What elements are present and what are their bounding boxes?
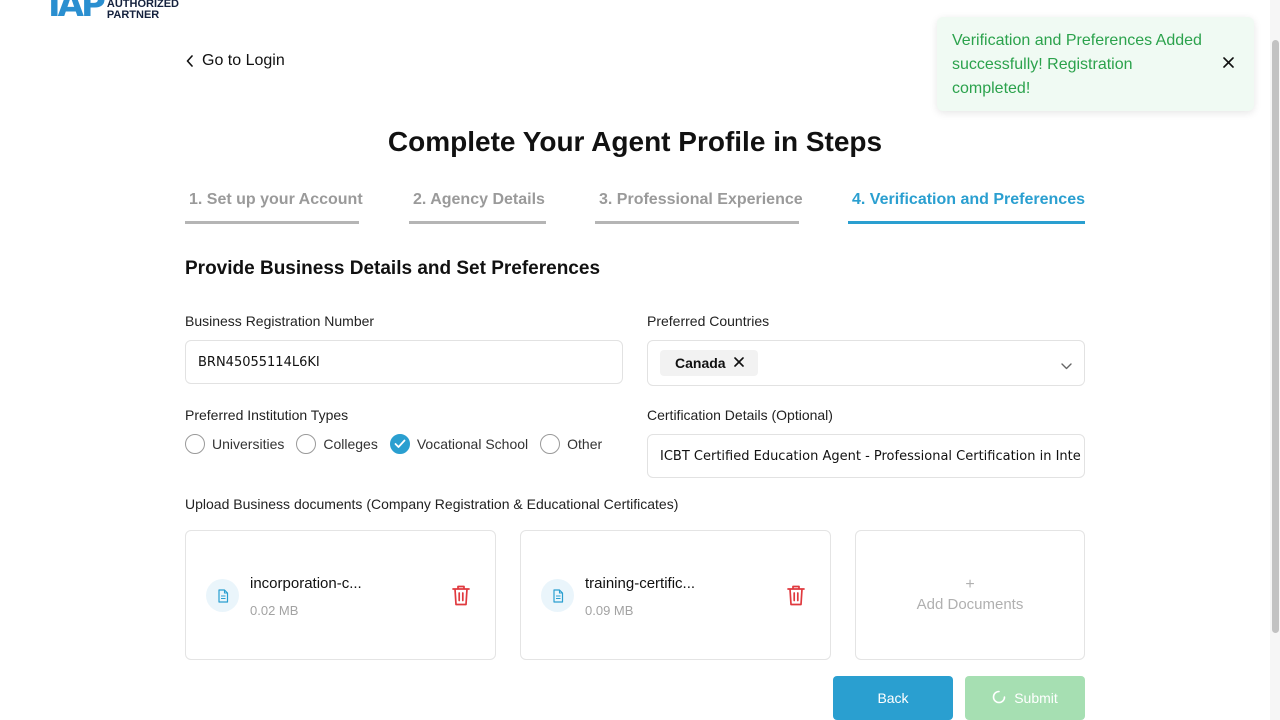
country-tag: Canada xyxy=(660,350,758,376)
file-icon xyxy=(541,579,574,612)
checkbox-label: Other xyxy=(567,436,603,452)
check-icon xyxy=(394,439,406,448)
logo-mark: IAP xyxy=(48,0,106,25)
certification-label: Certification Details (Optional) xyxy=(647,407,833,423)
spinner-icon xyxy=(992,690,1006,707)
institution-types-group: Universities Colleges Vocational School … xyxy=(185,433,614,455)
checkbox-box[interactable] xyxy=(185,434,205,454)
page-title: Complete Your Agent Profile in Steps xyxy=(387,126,883,157)
trash-icon[interactable] xyxy=(787,584,805,611)
tab-set-up-account[interactable]: 1. Set up your Account xyxy=(185,188,363,224)
tab-label: 1. Set up your Account xyxy=(189,191,363,208)
trash-icon[interactable] xyxy=(452,584,470,611)
checkbox-label: Universities xyxy=(212,436,285,452)
business-reg-input[interactable]: BRN45055114L6KI xyxy=(185,340,623,384)
chevron-down-icon[interactable] xyxy=(1061,357,1072,375)
business-reg-label: Business Registration Number xyxy=(185,313,375,329)
scrollbar-thumb[interactable] xyxy=(1272,40,1279,633)
logo-text: AUTHORIZED PARTNER xyxy=(107,0,179,22)
section-title: Provide Business Details and Set Prefere… xyxy=(185,258,601,279)
add-documents-label: Add Documents xyxy=(916,595,1024,613)
plus-icon: + xyxy=(965,575,975,593)
close-icon[interactable] xyxy=(1223,55,1234,73)
brand-logo: IAP AUTHORIZED PARTNER xyxy=(48,0,179,22)
tab-verification-preferences[interactable]: 4. Verification and Preferences xyxy=(848,188,1085,224)
preferred-countries-label: Preferred Countries xyxy=(647,313,770,329)
scrollbar[interactable] xyxy=(1270,0,1280,720)
file-icon xyxy=(206,579,239,612)
tab-label: 4. Verification and Preferences xyxy=(852,191,1085,208)
submit-button[interactable]: Submit xyxy=(965,676,1085,720)
document-card: training-certific... 0.09 MB xyxy=(520,530,831,660)
go-to-login-link[interactable]: Go to Login xyxy=(186,52,285,70)
institution-types-label: Preferred Institution Types xyxy=(185,407,349,423)
logo-line-2: PARTNER xyxy=(106,9,160,21)
checkbox-other[interactable]: Other xyxy=(540,434,602,454)
toast-message: Verification and Preferences Added succe… xyxy=(952,32,1202,97)
country-tag-label: Canada xyxy=(675,355,726,371)
checkbox-label: Colleges xyxy=(323,436,378,452)
tab-label: 3. Professional Experience xyxy=(599,191,803,208)
document-size: 0.02 MB xyxy=(250,603,299,618)
document-name: training-certific... xyxy=(585,575,696,592)
close-icon[interactable] xyxy=(733,356,744,370)
success-toast: Verification and Preferences Added succe… xyxy=(937,17,1254,111)
back-button[interactable]: Back xyxy=(833,676,953,720)
document-name: incorporation-c... xyxy=(250,575,362,592)
submit-label: Submit xyxy=(1014,690,1058,706)
certification-input[interactable]: ICBT Certified Education Agent - Profess… xyxy=(647,434,1085,478)
checkbox-box-checked[interactable] xyxy=(389,434,410,454)
checkbox-box[interactable] xyxy=(296,434,317,454)
upload-documents-label: Upload Business documents (Company Regis… xyxy=(185,496,679,512)
checkbox-label: Vocational School xyxy=(416,436,529,452)
document-size: 0.09 MB xyxy=(585,603,634,618)
preferred-countries-select[interactable]: Canada xyxy=(647,340,1085,386)
checkbox-colleges[interactable]: Colleges xyxy=(296,434,378,454)
go-to-login-label: Go to Login xyxy=(202,52,285,69)
tab-label: 2. Agency Details xyxy=(413,191,545,208)
chevron-left-icon xyxy=(186,55,194,67)
tab-agency-details[interactable]: 2. Agency Details xyxy=(409,188,546,224)
tab-professional-experience[interactable]: 3. Professional Experience xyxy=(595,188,803,224)
add-documents-button[interactable]: + Add Documents xyxy=(855,530,1085,660)
checkbox-box[interactable] xyxy=(540,434,561,454)
checkbox-universities[interactable]: Universities xyxy=(185,434,284,454)
document-card: incorporation-c... 0.02 MB xyxy=(185,530,496,660)
checkbox-vocational-school[interactable]: Vocational School xyxy=(389,434,529,454)
